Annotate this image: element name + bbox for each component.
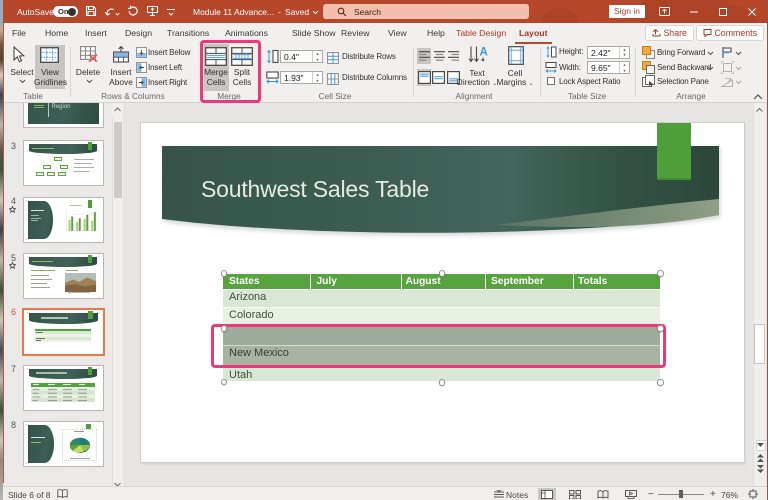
svg-text:A: A (480, 46, 488, 58)
